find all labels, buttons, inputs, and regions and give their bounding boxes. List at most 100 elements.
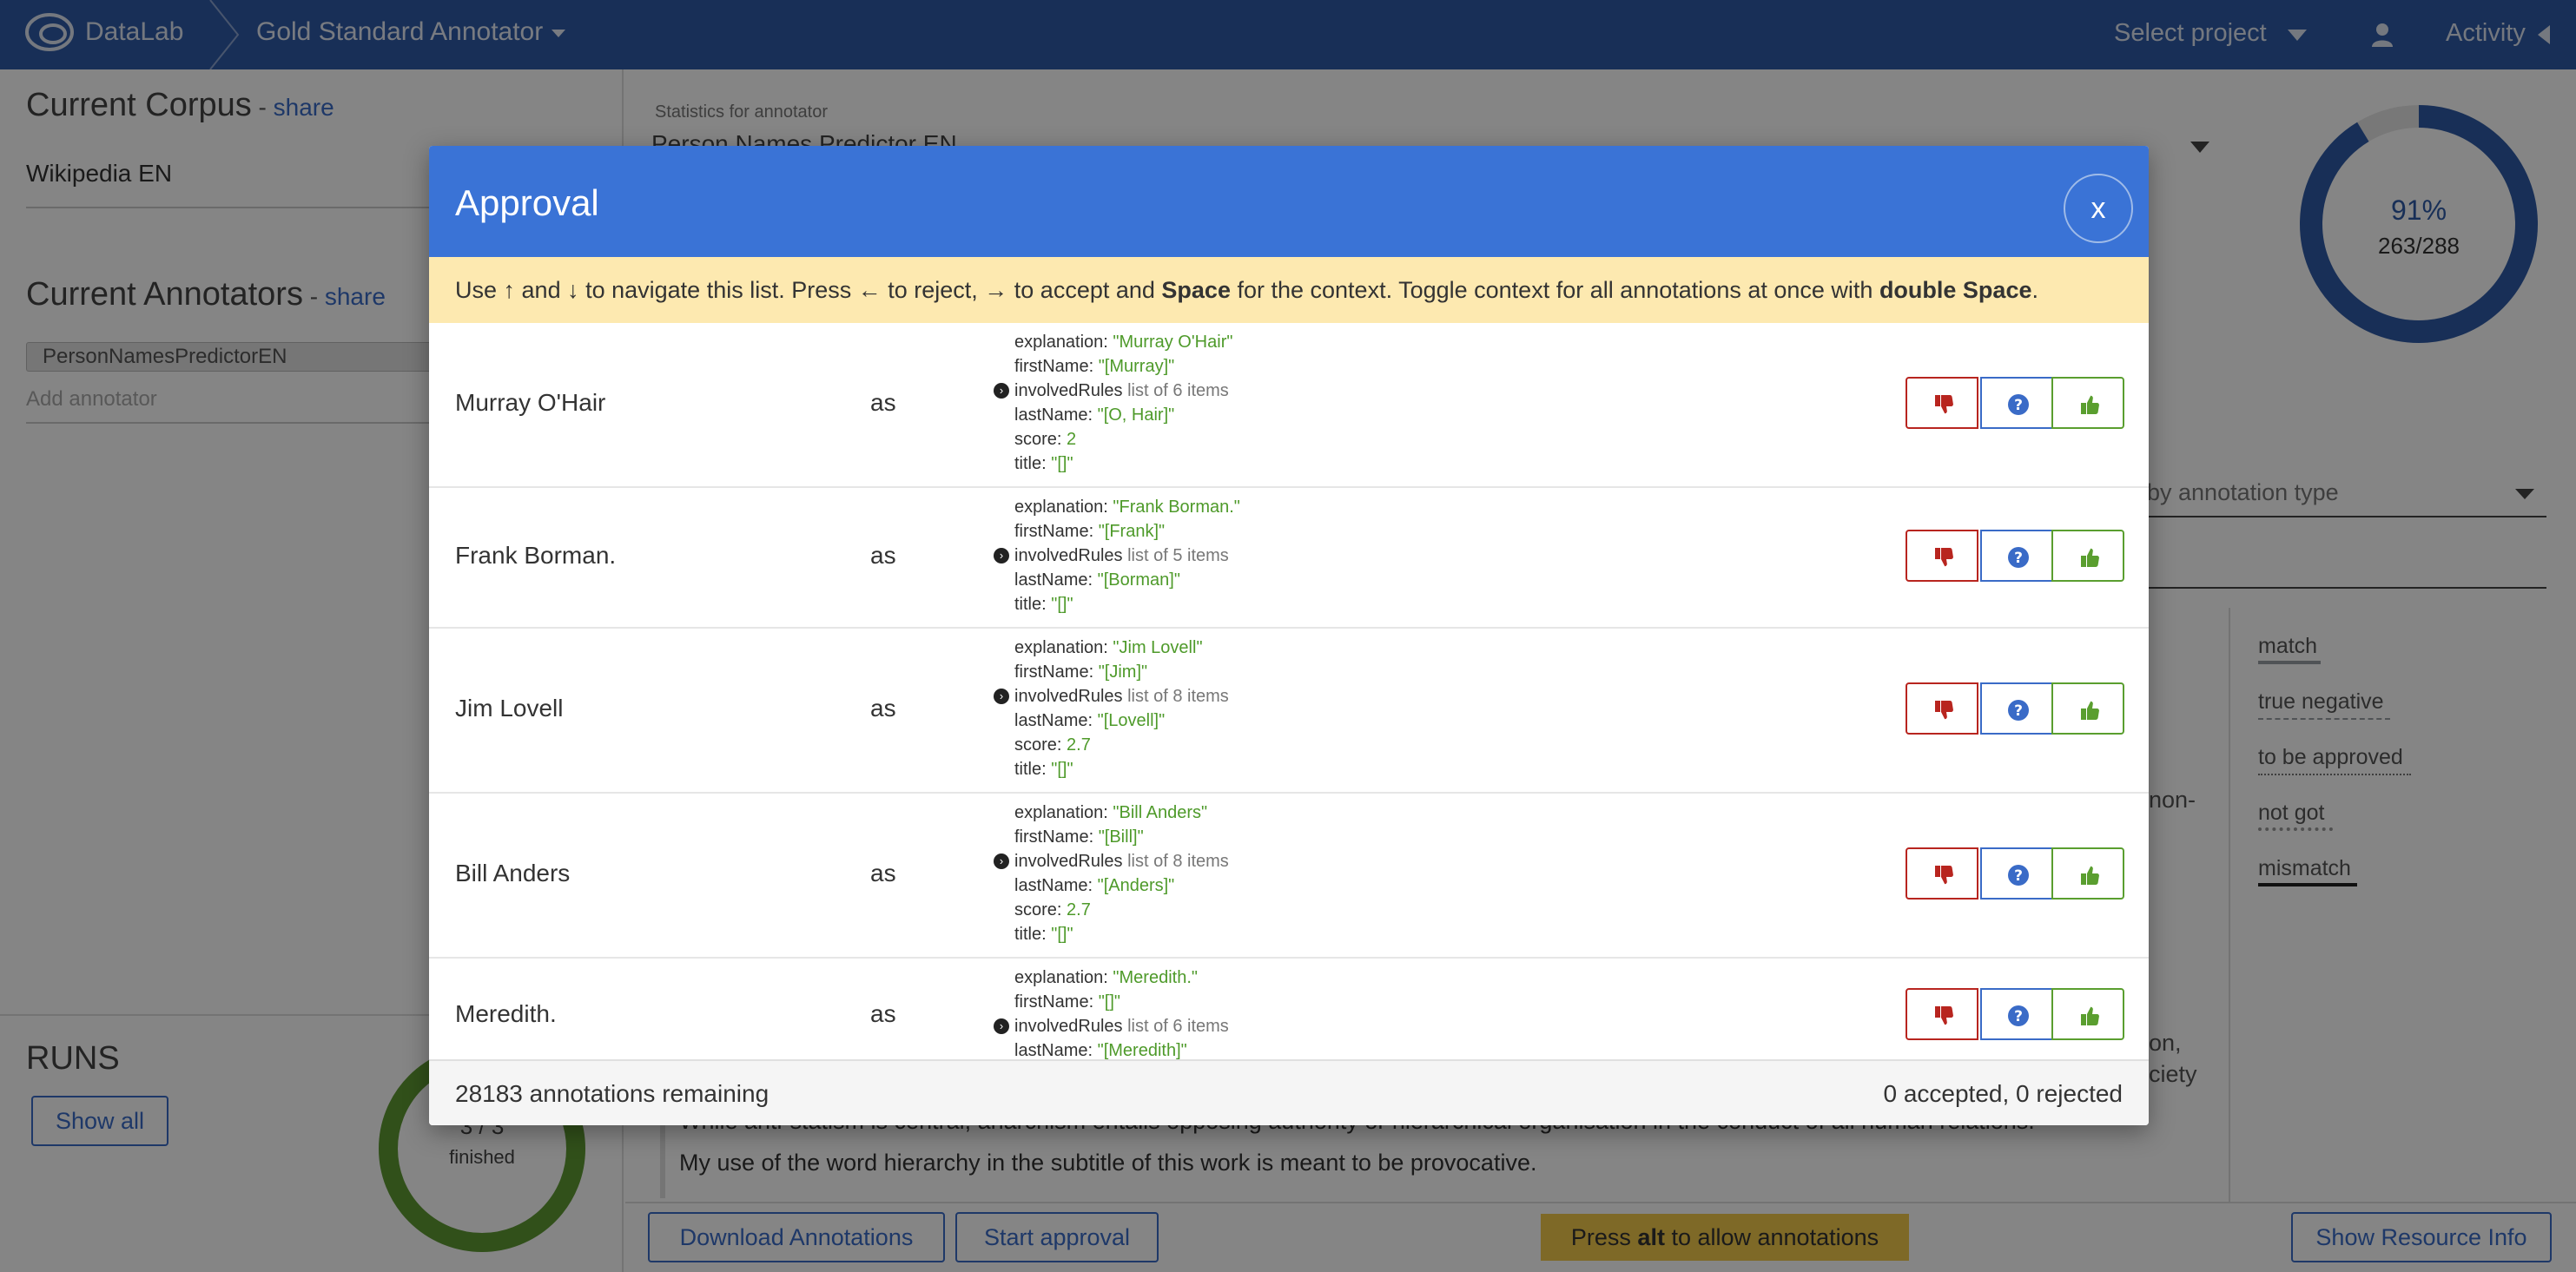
accept-button[interactable] xyxy=(2051,988,2124,1040)
property-line: lastName: "[Lovell]" xyxy=(1014,708,1229,733)
accept-button[interactable] xyxy=(2051,847,2124,900)
property-line: explanation: "Bill Anders" xyxy=(1014,801,1229,825)
property-value: 2.7 xyxy=(1067,900,1091,919)
thumbs-down-icon xyxy=(1935,866,1953,885)
expand-rules-icon[interactable]: › xyxy=(994,689,1009,704)
property-value: 2.7 xyxy=(1067,735,1091,755)
annotation-list[interactable]: Murray O'Hair as › explanation: "Murray O'H… xyxy=(429,323,2149,1059)
property-value: "[Bill]" xyxy=(1098,827,1144,847)
property-key: score: xyxy=(1014,900,1067,919)
reject-button[interactable] xyxy=(1906,682,1978,735)
property-key: involvedRules xyxy=(1014,546,1128,565)
property-value: "[Frank]" xyxy=(1098,522,1166,541)
expand-rules-icon[interactable]: › xyxy=(994,548,1009,564)
context-button[interactable]: ? xyxy=(1980,988,2053,1040)
accept-reject-tally: 0 accepted, 0 rejected xyxy=(1883,1080,2123,1107)
property-key: score: xyxy=(1014,735,1067,755)
svg-text:?: ? xyxy=(2014,702,2023,720)
property-value: "Bill Anders" xyxy=(1113,803,1208,822)
property-line: explanation: "Murray O'Hair" xyxy=(1014,330,1232,354)
annotation-text: Meredith. xyxy=(455,1000,557,1027)
property-value: "[Jim]" xyxy=(1098,662,1148,682)
question-circle-icon: ? xyxy=(2008,700,2029,721)
reject-button[interactable] xyxy=(1906,377,1978,429)
property-key: lastName: xyxy=(1014,405,1098,425)
context-button[interactable]: ? xyxy=(1980,377,2053,429)
property-key: explanation: xyxy=(1014,333,1113,352)
expand-rules-icon[interactable]: › xyxy=(994,1018,1009,1034)
question-circle-icon: ? xyxy=(2008,865,2029,886)
thumbs-down-icon xyxy=(1935,395,1953,414)
thumbs-up-icon xyxy=(2081,548,2099,567)
property-value: "[]" xyxy=(1051,595,1073,614)
property-value: "[Borman]" xyxy=(1097,570,1180,590)
context-button[interactable]: ? xyxy=(1980,847,2053,900)
reject-button[interactable] xyxy=(1906,847,1978,900)
property-line[interactable]: involvedRules list of 5 items xyxy=(1014,544,1240,568)
property-key: explanation: xyxy=(1014,498,1113,517)
property-line: title: "[]" xyxy=(1014,757,1229,781)
accept-button[interactable] xyxy=(2051,530,2124,582)
property-line: firstName: "[Murray]" xyxy=(1014,354,1232,379)
property-value: "[Meredith]" xyxy=(1097,1041,1187,1059)
property-value: "Meredith." xyxy=(1113,968,1198,987)
reject-button[interactable] xyxy=(1906,530,1978,582)
property-key: involvedRules xyxy=(1014,687,1128,706)
annotation-text: Frank Borman. xyxy=(455,542,617,569)
property-key: title: xyxy=(1014,454,1052,473)
annotation-properties: explanation: "Murray O'Hair" firstName: "… xyxy=(1014,330,1232,476)
arrow-down-icon: ↓ xyxy=(567,277,579,303)
svg-text:?: ? xyxy=(2014,397,2023,414)
property-line[interactable]: involvedRules list of 8 items xyxy=(1014,684,1229,708)
property-value: 2 xyxy=(1067,430,1077,449)
accept-button[interactable] xyxy=(2051,682,2124,735)
property-key: explanation: xyxy=(1014,638,1113,657)
reject-button[interactable] xyxy=(1906,988,1978,1040)
property-line[interactable]: involvedRules list of 6 items xyxy=(1014,379,1232,403)
question-circle-icon: ? xyxy=(2008,547,2029,568)
property-key: title: xyxy=(1014,925,1052,944)
property-key: involvedRules xyxy=(1014,852,1128,871)
expand-rules-icon[interactable]: › xyxy=(994,383,1009,399)
property-key: firstName: xyxy=(1014,827,1099,847)
property-key: title: xyxy=(1014,595,1052,614)
property-key: title: xyxy=(1014,760,1052,779)
annotation-row[interactable]: Bill Anders as › explanation: "Bill Anders"… xyxy=(429,794,2149,959)
arrow-up-icon: ↑ xyxy=(503,277,516,303)
property-key: lastName: xyxy=(1014,570,1098,590)
annotation-text: Bill Anders xyxy=(455,860,571,886)
property-value: "[]" xyxy=(1051,925,1073,944)
accept-button[interactable] xyxy=(2051,377,2124,429)
context-button[interactable]: ? xyxy=(1980,682,2053,735)
modal-title: Approval xyxy=(455,182,599,223)
property-key: score: xyxy=(1014,430,1067,449)
property-line: lastName: "[Meredith]" xyxy=(1014,1038,1229,1059)
property-line: score: 2.7 xyxy=(1014,898,1229,922)
as-label: as xyxy=(870,1000,896,1027)
svg-text:?: ? xyxy=(2014,867,2023,885)
annotation-row[interactable]: Frank Borman. as › explanation: "Frank Borm… xyxy=(429,488,2149,629)
svg-text:?: ? xyxy=(2014,550,2023,567)
annotation-row[interactable]: Meredith. as › explanation: "Meredith." firs… xyxy=(429,959,2149,1059)
thumbs-up-icon xyxy=(2081,1006,2099,1025)
property-line: title: "[]" xyxy=(1014,592,1240,616)
property-line[interactable]: involvedRules list of 6 items xyxy=(1014,1014,1229,1038)
expand-rules-icon[interactable]: › xyxy=(994,853,1009,869)
modal-header: Approval x xyxy=(429,146,2149,257)
as-label: as xyxy=(870,389,896,416)
as-label: as xyxy=(870,860,896,886)
keyboard-hint: Use ↑ and ↓ to navigate this list. Press… xyxy=(429,257,2149,323)
approval-actions: ? xyxy=(1906,847,2124,900)
remaining-count: 28183 annotations remaining xyxy=(455,1080,769,1107)
context-button[interactable]: ? xyxy=(1980,530,2053,582)
thumbs-down-icon xyxy=(1935,701,1953,720)
close-button[interactable]: x xyxy=(2064,174,2133,243)
annotation-row[interactable]: Murray O'Hair as › explanation: "Murray O'H… xyxy=(429,323,2149,488)
annotation-row[interactable]: Jim Lovell as › explanation: "Jim Lovell" fi… xyxy=(429,629,2149,794)
property-value: list of 6 items xyxy=(1127,1017,1229,1036)
property-value: "Murray O'Hair" xyxy=(1113,333,1233,352)
property-key: involvedRules xyxy=(1014,1017,1128,1036)
property-line: lastName: "[Anders]" xyxy=(1014,873,1229,898)
approval-actions: ? xyxy=(1906,377,2124,429)
property-line[interactable]: involvedRules list of 8 items xyxy=(1014,849,1229,873)
